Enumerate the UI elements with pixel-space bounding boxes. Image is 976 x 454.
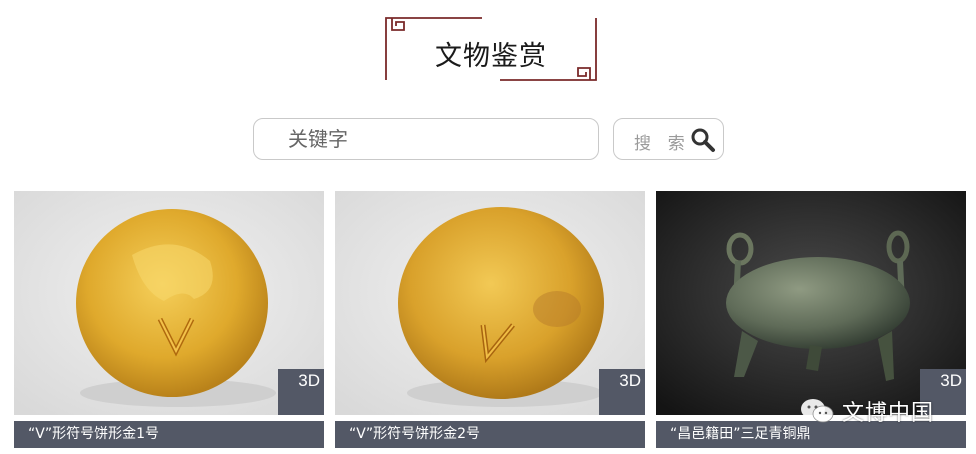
watermark-text: 文博中国	[842, 401, 935, 426]
wechat-icon	[801, 399, 834, 423]
artifact-title: “V”形符号饼形金2号	[335, 421, 645, 448]
watermark: 文博中国	[800, 396, 934, 426]
3d-badge[interactable]: 3D	[278, 369, 324, 415]
3d-badge[interactable]: 3D	[599, 369, 645, 415]
artifact-title: “V”形符号饼形金1号	[14, 421, 324, 448]
page-title: 文物鉴赏	[435, 41, 547, 72]
artifact-image-gold-cake-2: 3D	[335, 191, 645, 415]
page-title-frame: 文物鉴赏	[384, 14, 598, 84]
artifact-card-2[interactable]: 3D “V”形符号饼形金2号	[335, 191, 645, 448]
3d-badge-label: 3D	[940, 371, 962, 390]
search-input[interactable]	[253, 118, 599, 160]
3d-badge-label: 3D	[298, 371, 320, 390]
artifact-image-bronze-ding: 3D	[656, 191, 966, 415]
search-button-label: 搜 索	[634, 134, 691, 153]
artifact-image-gold-cake-1: 3D	[14, 191, 324, 415]
3d-badge-label: 3D	[619, 371, 641, 390]
search-icon	[691, 128, 715, 152]
artifact-card-1[interactable]: 3D “V”形符号饼形金1号	[14, 191, 324, 448]
search-button[interactable]: 搜 索	[613, 118, 724, 160]
